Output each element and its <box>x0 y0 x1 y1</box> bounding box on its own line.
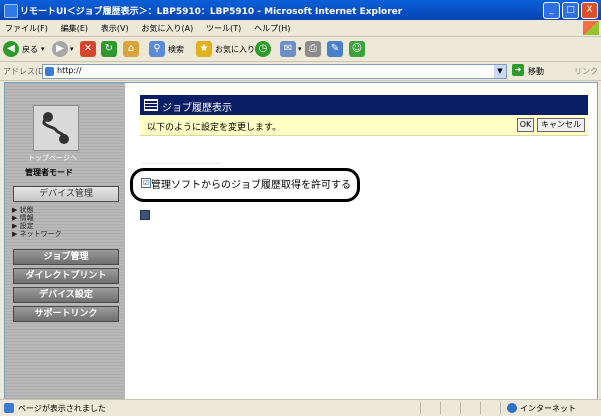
status-divider <box>480 402 481 414</box>
internet-zone-icon <box>507 403 517 413</box>
device-management-button[interactable]: デバイス管理 <box>13 186 119 202</box>
status-divider <box>460 402 461 414</box>
edit-button[interactable]: ✎ <box>327 40 343 58</box>
menu-edit[interactable]: 編集(E) <box>56 20 93 34</box>
support-link-button[interactable]: サポートリンク <box>13 306 119 322</box>
messenger-icon: ☺ <box>349 41 365 57</box>
forward-arrow-icon: ▶ <box>52 41 68 57</box>
device-sub-menu: ▶ 状態 ▶ 情報 ▶ 設定 ▶ ネットワーク <box>12 206 62 238</box>
job-management-button[interactable]: ジョブ管理 <box>13 249 119 265</box>
setting-callout: ☑ 管理ソフトからのジョブ履歴取得を許可する <box>130 168 360 202</box>
back-dropdown-icon[interactable]: ▾ <box>41 45 45 53</box>
menu-bar: ファイル(F) 編集(E) 表示(V) お気に入り(A) ツール(T) ヘルプ(… <box>0 20 601 37</box>
messenger-button[interactable]: ☺ <box>349 40 365 58</box>
search-label: 検索 <box>168 44 184 54</box>
maximize-button[interactable]: □ <box>562 2 579 19</box>
mail-dropdown-icon[interactable]: ▾ <box>298 45 302 53</box>
forward-button[interactable]: ▶ ▾ <box>52 40 74 58</box>
sub-item-network[interactable]: ▶ ネットワーク <box>12 230 62 238</box>
minimize-button[interactable]: _ <box>543 2 560 19</box>
status-divider <box>440 402 441 414</box>
address-dropdown-icon[interactable]: ▼ <box>494 65 506 78</box>
print-button[interactable]: ⎙ <box>305 40 321 58</box>
history-button[interactable]: ◷ <box>255 40 271 58</box>
page-header: ジョブ履歴表示 <box>140 95 588 115</box>
section-heading-faded: ＿＿＿＿＿＿＿＿＿＿ <box>141 156 221 165</box>
sub-item-info[interactable]: ▶ 情報 <box>12 214 62 222</box>
menu-help[interactable]: ヘルプ(H) <box>249 20 295 34</box>
address-url: http:// <box>57 66 82 75</box>
admin-mode-label: 管理者モード <box>25 168 73 177</box>
page-status-icon <box>4 403 14 413</box>
page-icon <box>45 67 54 76</box>
favorites-label: お気に入り <box>215 44 255 54</box>
address-input[interactable]: http:// ▼ <box>42 64 507 79</box>
logo-icon <box>42 112 69 144</box>
search-button[interactable]: ⚲ 検索 <box>149 40 184 58</box>
status-divider <box>420 402 421 414</box>
home-button[interactable]: ⌂ <box>123 40 139 58</box>
ie-icon <box>4 4 18 18</box>
page-top-icon[interactable] <box>140 210 150 220</box>
page-content: トップページへ 管理者モード デバイス管理 ▶ 状態 ▶ 情報 ▶ 設定 ▶ ネ… <box>4 82 598 400</box>
page-title: ジョブ履歴表示 <box>162 103 232 114</box>
allow-job-history-label: 管理ソフトからのジョブ履歴取得を許可する <box>151 180 351 191</box>
go-button[interactable]: 移動 <box>528 66 544 77</box>
direct-print-button[interactable]: ダイレクトプリント <box>13 268 119 284</box>
top-page-link[interactable]: トップページへ <box>28 153 77 163</box>
device-settings-button[interactable]: デバイス設定 <box>13 287 119 303</box>
refresh-icon: ↻ <box>101 41 117 57</box>
status-divider <box>500 402 501 414</box>
forward-dropdown-icon[interactable]: ▾ <box>70 45 74 53</box>
menu-file[interactable]: ファイル(F) <box>0 20 53 34</box>
allow-job-history-checkbox[interactable]: ☑ <box>141 178 151 188</box>
menu-view[interactable]: 表示(V) <box>96 20 134 34</box>
cancel-button[interactable]: キャンセル <box>537 118 585 132</box>
toolbar: ◀ 戻る ▾ ▶ ▾ ✕ ↻ ⌂ ⚲ 検索 ★ お気に入り ◷ ✉ ▾ ⎙ ✎ … <box>0 37 601 62</box>
back-label: 戻る <box>22 44 38 54</box>
menu-tools[interactable]: ツール(T) <box>201 20 246 34</box>
remote-ui-logo[interactable] <box>33 105 79 151</box>
links-button[interactable]: リンク <box>574 66 598 77</box>
back-arrow-icon: ◀ <box>3 41 19 57</box>
windows-logo-icon <box>583 21 599 35</box>
search-icon: ⚲ <box>149 41 165 57</box>
status-text: ページが表示されました <box>18 404 106 413</box>
history-icon: ◷ <box>255 41 271 57</box>
address-label: アドレス(D) <box>3 67 48 76</box>
home-icon: ⌂ <box>123 41 139 57</box>
security-zone: インターネット <box>520 404 576 413</box>
star-icon: ★ <box>196 41 212 57</box>
status-bar: ページが表示されました インターネット <box>0 399 601 416</box>
print-icon: ⎙ <box>305 41 321 57</box>
go-arrow-icon[interactable]: ➔ <box>512 64 524 76</box>
mail-button[interactable]: ✉ ▾ <box>280 40 302 58</box>
stop-icon: ✕ <box>80 41 96 57</box>
window-title: リモートUI＜ジョブ履歴表示＞：LBP5910：LBP5910 - Micros… <box>20 7 403 17</box>
favorites-button[interactable]: ★ お気に入り <box>196 40 255 58</box>
title-bar: リモートUI＜ジョブ履歴表示＞：LBP5910：LBP5910 - Micros… <box>0 0 601 20</box>
edit-icon: ✎ <box>327 41 343 57</box>
menu-favorites[interactable]: お気に入り(A) <box>136 20 198 34</box>
sub-item-settings[interactable]: ▶ 設定 <box>12 222 62 230</box>
stop-button[interactable]: ✕ <box>80 40 96 58</box>
notice-bar: 以下のように設定を変更します。 OK キャンセル <box>140 115 588 136</box>
back-button[interactable]: ◀ 戻る ▾ <box>3 40 45 58</box>
window-controls: _ □ X <box>543 2 598 19</box>
close-button[interactable]: X <box>581 2 598 19</box>
address-bar: アドレス(D) http:// ▼ ➔ 移動 リンク <box>0 62 601 81</box>
job-history-icon <box>144 99 158 111</box>
mail-icon: ✉ <box>280 41 296 57</box>
ok-button[interactable]: OK <box>517 118 534 132</box>
sidebar: トップページへ 管理者モード デバイス管理 ▶ 状態 ▶ 情報 ▶ 設定 ▶ ネ… <box>5 83 125 399</box>
notice-text: 以下のように設定を変更します。 <box>147 123 282 133</box>
sub-item-status[interactable]: ▶ 状態 <box>12 206 62 214</box>
refresh-button[interactable]: ↻ <box>101 40 117 58</box>
